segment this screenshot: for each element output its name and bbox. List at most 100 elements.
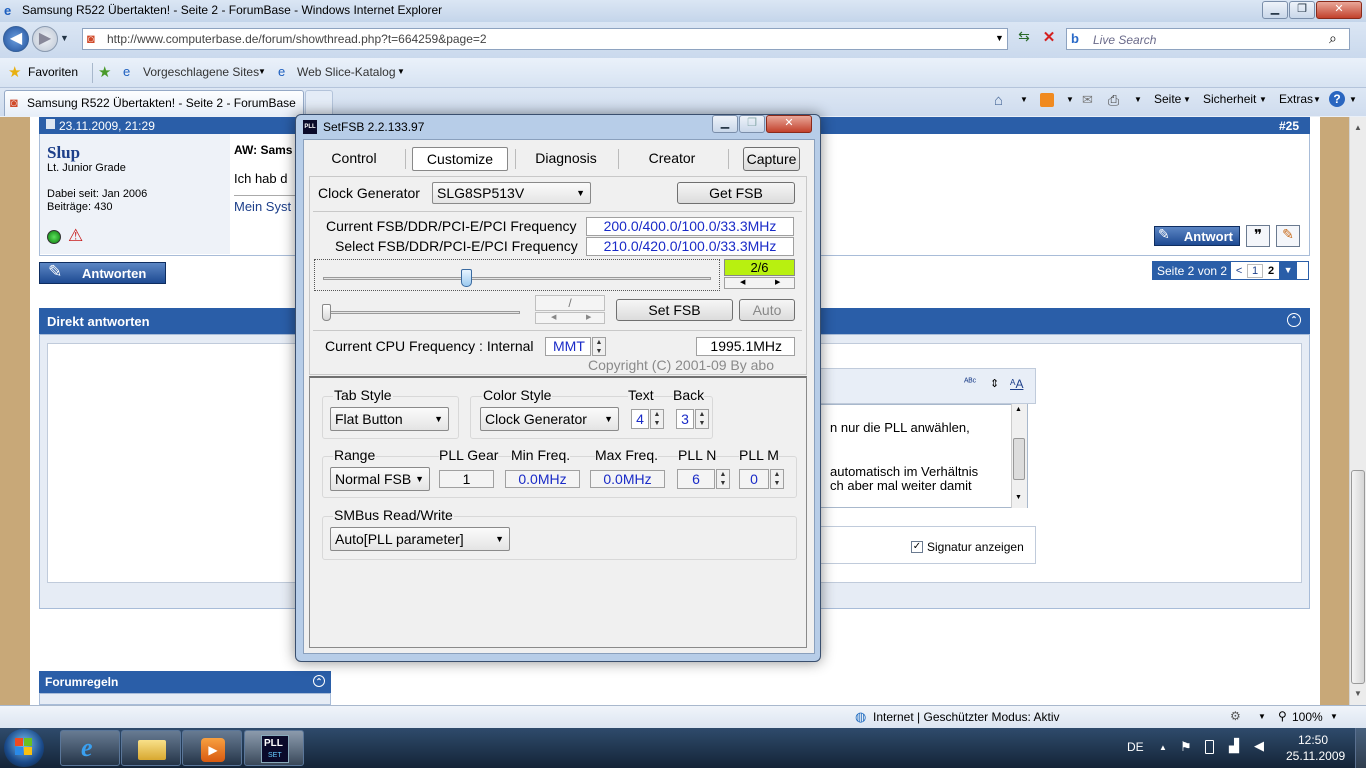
range-select[interactable]: Normal FSB ▼: [330, 467, 430, 491]
tab-diagnosis[interactable]: Diagnosis: [520, 147, 612, 171]
scroll-up-icon[interactable]: ▲: [1354, 123, 1362, 132]
chevron-down-icon[interactable]: ▼: [258, 67, 266, 76]
close-window-button[interactable]: ✕: [1316, 1, 1362, 19]
page-prev-link[interactable]: <: [1231, 265, 1247, 277]
edit-icon[interactable]: ✎: [1276, 225, 1300, 247]
get-fsb-button[interactable]: Get FSB: [677, 182, 795, 204]
forward-button[interactable]: ▶: [32, 26, 58, 52]
report-warning-icon[interactable]: ⚠: [68, 226, 83, 246]
start-button[interactable]: [4, 729, 44, 767]
slider-thumb[interactable]: [460, 269, 472, 287]
clock-date[interactable]: 25.11.2009: [1286, 749, 1345, 763]
page-menu[interactable]: Seite: [1154, 92, 1181, 106]
back-color-stepper[interactable]: ▲ ▼: [695, 409, 709, 429]
author-name[interactable]: Slup: [47, 143, 80, 163]
scroll-up-icon[interactable]: ▲: [1015, 406, 1022, 413]
scroll-down-icon[interactable]: ▼: [1354, 689, 1362, 698]
protected-mode-icon[interactable]: ⚙: [1230, 709, 1241, 723]
page-scrollbar[interactable]: ▲ ▼: [1349, 117, 1366, 705]
address-dropdown-icon[interactable]: ▼: [995, 33, 1004, 43]
search-input[interactable]: Live Search: [1093, 33, 1156, 47]
chevron-down-icon[interactable]: ▼: [1020, 95, 1028, 104]
scroll-down-icon[interactable]: ▼: [1015, 494, 1022, 501]
new-tab-button[interactable]: [305, 90, 333, 116]
reply-textarea[interactable]: n nur die PLL anwählen, automatisch im V…: [815, 404, 1028, 508]
search-box[interactable]: b Live Search ⌕: [1066, 28, 1350, 50]
stop-icon[interactable]: ✕: [1038, 28, 1060, 50]
rss-feed-icon[interactable]: [1040, 93, 1054, 107]
secondary-slider[interactable]: [320, 300, 522, 324]
tab-style-select[interactable]: Flat Button ▼: [330, 407, 449, 431]
address-input[interactable]: http://www.computerbase.de/forum/showthr…: [107, 32, 487, 46]
slider-thumb[interactable]: [322, 304, 331, 321]
mail-icon[interactable]: ✉: [1082, 92, 1093, 108]
font-size-icon[interactable]: ᴬA: [1010, 377, 1023, 391]
page-1-link[interactable]: 1: [1247, 263, 1264, 278]
clock-time[interactable]: 12:50: [1298, 733, 1328, 747]
address-bar[interactable]: ◙ http://www.computerbase.de/forum/showt…: [82, 28, 1008, 50]
add-favorite-icon[interactable]: ★: [98, 63, 111, 81]
taskbar-media-player[interactable]: ▶: [182, 730, 242, 766]
smbus-select[interactable]: Auto[PLL parameter] ▼: [330, 527, 510, 551]
right-arrow-icon[interactable]: ▶: [775, 278, 780, 286]
minimize-button[interactable]: ▁: [1262, 1, 1288, 19]
tray-expand-icon[interactable]: ▲: [1159, 743, 1167, 752]
search-icon[interactable]: ⌕: [1329, 30, 1337, 47]
signature-link[interactable]: Mein Syst: [234, 199, 291, 214]
action-center-flag-icon[interactable]: ⚑: [1180, 739, 1192, 755]
pll-page-stepper[interactable]: ◀ ▶: [724, 277, 795, 289]
quote-icon[interactable]: ❞: [1246, 225, 1270, 247]
favorites-button[interactable]: Favoriten: [28, 65, 78, 79]
volume-icon[interactable]: ◀: [1254, 738, 1264, 754]
chevron-down-icon[interactable]: ▼: [1349, 95, 1357, 104]
clock-generator-select[interactable]: SLG8SP513V ▼: [432, 182, 591, 204]
battery-icon[interactable]: [1205, 740, 1214, 754]
page-jump-icon[interactable]: ▼: [1279, 262, 1298, 279]
textarea-scrollbar[interactable]: ▲ ▼: [1011, 404, 1027, 508]
spellcheck-icon[interactable]: ᴬᴮᶜ: [964, 377, 976, 388]
scroll-thumb[interactable]: [1351, 470, 1365, 684]
tab-control[interactable]: Control: [309, 147, 399, 171]
post-number[interactable]: #25: [1279, 119, 1299, 133]
taskbar-setfsb[interactable]: PLL SET: [244, 730, 304, 766]
taskbar-ie[interactable]: e: [60, 730, 120, 766]
tab-customize[interactable]: Customize: [412, 147, 508, 171]
chevron-down-icon[interactable]: ▼: [397, 67, 405, 76]
back-button[interactable]: ◀: [3, 26, 29, 52]
tab-creator[interactable]: Creator: [624, 147, 720, 171]
history-dropdown-icon[interactable]: ▼: [60, 33, 69, 43]
signature-checkbox[interactable]: ✓: [911, 541, 923, 553]
capture-button[interactable]: Capture: [743, 147, 800, 171]
chevron-down-icon[interactable]: ▼: [1330, 712, 1338, 721]
show-desktop-button[interactable]: [1355, 728, 1366, 768]
taskbar-explorer[interactable]: [121, 730, 181, 766]
chevron-down-icon[interactable]: ▼: [1066, 95, 1074, 104]
setfsb-minimize-button[interactable]: ▁: [712, 115, 738, 133]
maximize-button[interactable]: ❐: [1289, 1, 1315, 19]
network-icon[interactable]: ▟: [1229, 738, 1239, 754]
status-zone[interactable]: Internet | Geschützter Modus: Aktiv: [873, 710, 1060, 724]
text-color-stepper[interactable]: ▲ ▼: [650, 409, 664, 429]
suggested-sites-link[interactable]: Vorgeschlagene Sites: [143, 65, 259, 79]
collapse-icon[interactable]: ⌃: [1287, 313, 1301, 327]
resize-icon[interactable]: ⇕: [990, 377, 999, 390]
chevron-down-icon[interactable]: ▼: [1134, 95, 1142, 104]
chevron-down-icon[interactable]: ▼: [1258, 712, 1266, 721]
setfsb-close-button[interactable]: ✕: [766, 115, 812, 133]
fsb-slider[interactable]: [314, 259, 720, 291]
help-icon[interactable]: ?: [1329, 91, 1345, 107]
left-arrow-icon[interactable]: ◀: [740, 278, 745, 286]
language-indicator[interactable]: DE: [1127, 740, 1144, 754]
web-slice-link[interactable]: Web Slice-Katalog: [297, 65, 396, 79]
scroll-thumb[interactable]: [1013, 438, 1025, 480]
print-icon[interactable]: ⎙: [1108, 92, 1119, 109]
extras-menu[interactable]: Extras: [1279, 92, 1313, 106]
collapse-icon[interactable]: ⌃: [313, 675, 325, 687]
color-style-select[interactable]: Clock Generator ▼: [480, 407, 619, 431]
zoom-level[interactable]: 100%: [1292, 710, 1323, 724]
security-menu[interactable]: Sicherheit: [1203, 92, 1256, 106]
back-color-field[interactable]: 3: [676, 409, 694, 429]
cpu-mode-stepper[interactable]: ▲ ▼: [592, 337, 606, 356]
set-fsb-button[interactable]: Set FSB: [616, 299, 733, 321]
compatibility-icon[interactable]: ⇆: [1012, 28, 1036, 50]
